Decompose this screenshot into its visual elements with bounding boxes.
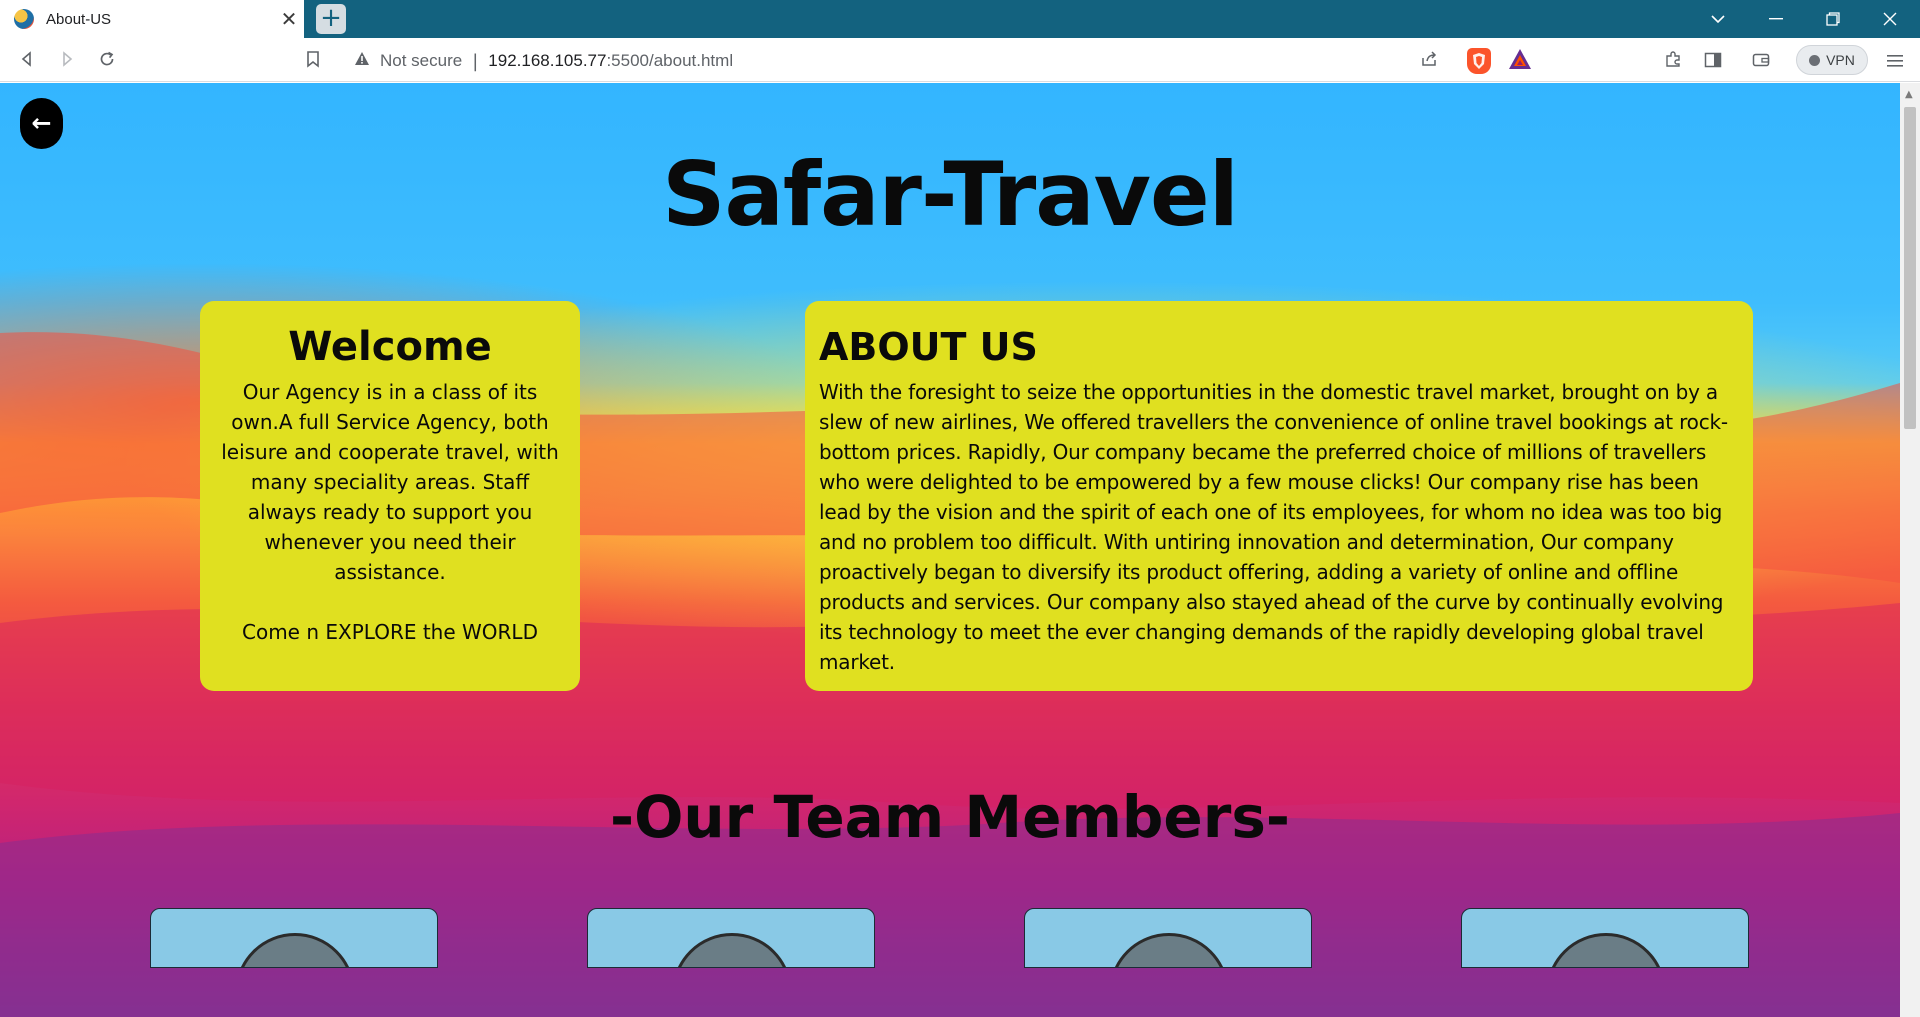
site-favicon-icon	[14, 9, 34, 29]
scrollbar-thumb[interactable]	[1904, 107, 1916, 429]
back-nav-icon[interactable]	[14, 48, 40, 74]
team-member-card	[1461, 908, 1749, 968]
avatar	[235, 933, 355, 967]
avatar	[1109, 933, 1229, 967]
address-separator: |	[472, 50, 479, 72]
welcome-tagline: Come n EXPLORE the WORLD	[242, 620, 538, 644]
close-window-icon[interactable]	[1862, 0, 1918, 38]
team-member-card	[150, 908, 438, 968]
new-tab-button[interactable]: +	[316, 4, 346, 34]
welcome-text: Our Agency is in a class of its own.A fu…	[221, 380, 559, 584]
welcome-card: Welcome Our Agency is in a class of its …	[200, 301, 580, 691]
avatar	[1546, 933, 1666, 967]
about-us-card: ABOUT US With the foresight to seize the…	[805, 301, 1753, 691]
team-section-title: -Our Team Members-	[610, 783, 1290, 851]
page-viewport: ← Safar-Travel Welcome Our Agency is in …	[0, 83, 1900, 1017]
browser-toolbar: Not secure | 192.168.105.77:5500/about.h…	[0, 38, 1920, 82]
restore-window-icon[interactable]	[1805, 0, 1861, 38]
browser-tab-bar: About-US ✕ +	[0, 0, 1920, 38]
vpn-status-icon	[1809, 54, 1821, 66]
team-member-card	[587, 908, 875, 968]
welcome-heading: Welcome	[288, 324, 492, 370]
page-title: Safar-Travel	[662, 143, 1239, 246]
about-text: With the foresight to seize the opportun…	[819, 380, 1728, 674]
extensions-icon[interactable]	[1660, 48, 1686, 74]
about-heading: ABOUT US	[819, 325, 1038, 369]
back-button[interactable]: ←	[20, 98, 63, 149]
url-host: 192.168.105.77	[488, 51, 607, 70]
avatar	[672, 933, 792, 967]
page-scrollbar[interactable]: ▲	[1900, 83, 1920, 1017]
security-status[interactable]: Not secure	[380, 51, 462, 71]
team-member-card	[1024, 908, 1312, 968]
tab-search-chevron-icon[interactable]	[1690, 0, 1746, 38]
forward-nav-icon[interactable]	[54, 48, 80, 74]
vpn-button[interactable]: VPN	[1796, 45, 1868, 75]
menu-icon[interactable]	[1882, 48, 1908, 74]
brave-shields-icon[interactable]	[1467, 48, 1491, 74]
url-text[interactable]: 192.168.105.77:5500/about.html	[488, 51, 733, 71]
scroll-up-icon[interactable]: ▲	[1905, 89, 1913, 100]
warning-icon	[354, 51, 370, 71]
share-icon[interactable]	[1416, 48, 1442, 74]
tab-close-icon[interactable]: ✕	[274, 7, 304, 31]
address-bar[interactable]: Not secure | 192.168.105.77:5500/about.h…	[290, 44, 1540, 78]
reload-icon[interactable]	[94, 48, 120, 74]
url-path: :5500/about.html	[606, 51, 734, 70]
wallet-icon[interactable]	[1748, 48, 1774, 74]
browser-tab-about-us[interactable]: About-US ✕	[0, 0, 304, 38]
brave-rewards-icon[interactable]	[1508, 48, 1534, 74]
vpn-label: VPN	[1826, 52, 1855, 68]
tab-title: About-US	[46, 10, 112, 28]
minimize-window-icon[interactable]	[1748, 0, 1804, 38]
sidebar-icon[interactable]	[1700, 48, 1726, 74]
